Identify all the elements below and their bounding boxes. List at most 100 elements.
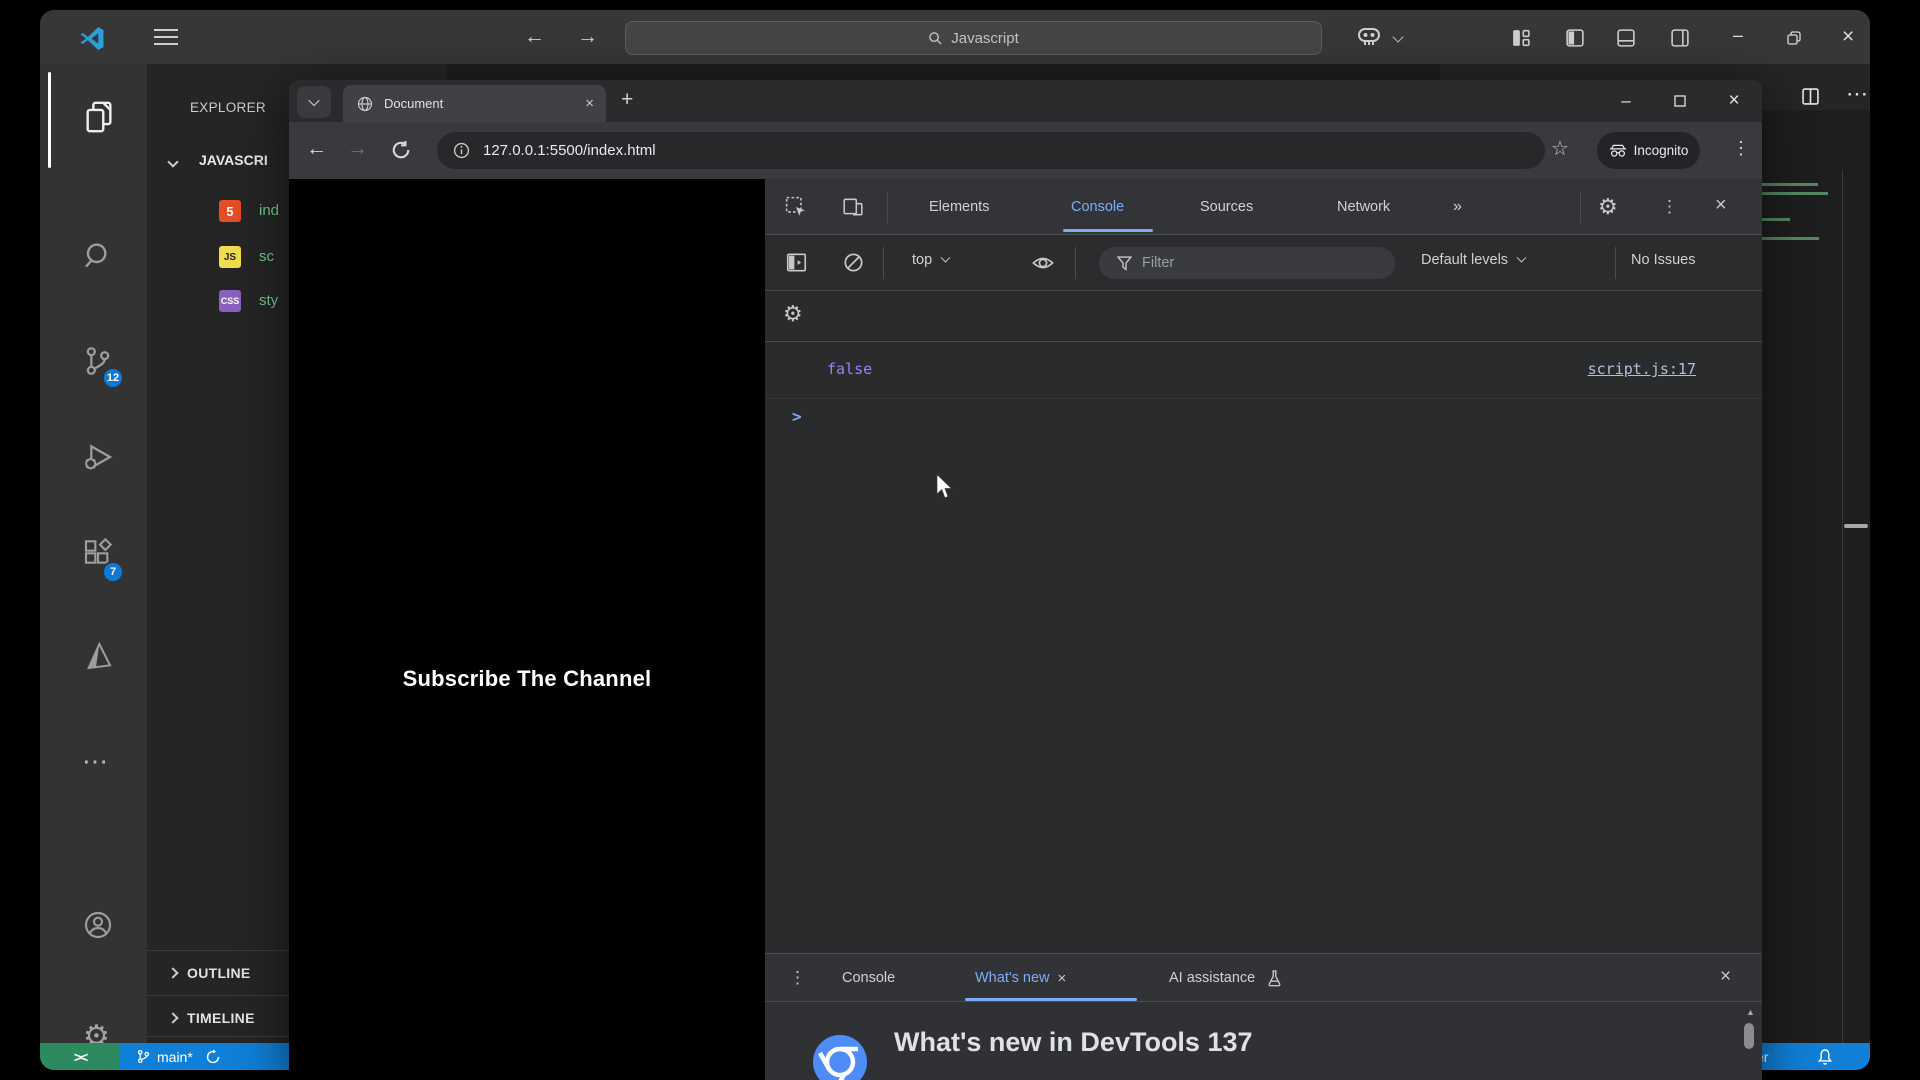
devtools-settings-gear-icon[interactable]: ⚙ — [1598, 194, 1618, 220]
sidebar-item-explorer[interactable] — [82, 100, 116, 134]
live-expression-eye-icon[interactable] — [1031, 251, 1055, 275]
toggle-sidebar-icon[interactable] — [1566, 29, 1584, 47]
inspect-element-icon[interactable] — [785, 196, 807, 218]
chrome-minimize-button[interactable]: – — [1606, 80, 1646, 122]
console-prompt-chevron[interactable]: > — [792, 407, 802, 426]
code-line — [1762, 237, 1819, 240]
console-sidebar-toggle-icon[interactable] — [786, 252, 807, 273]
console-message-row[interactable]: false script.js:17 — [765, 342, 1762, 399]
devtools-tab-sources[interactable]: Sources — [1200, 179, 1253, 235]
reload-icon[interactable] — [391, 140, 411, 160]
copilot-chevron-down-icon[interactable] — [1392, 31, 1403, 42]
chrome-maximize-button[interactable] — [1660, 80, 1700, 122]
console-settings-gear-icon[interactable]: ⚙ — [783, 301, 803, 327]
window-close-button[interactable]: × — [1842, 26, 1854, 47]
incognito-badge: Incognito — [1597, 132, 1700, 169]
log-levels-label: Default levels — [1421, 252, 1508, 268]
sidebar-item-search[interactable] — [82, 240, 114, 272]
drawer-close-icon[interactable]: × — [1720, 966, 1731, 988]
active-view-indicator — [48, 72, 51, 168]
chevron-right-icon — [167, 967, 178, 978]
scroll-up-icon[interactable]: ▲ — [1746, 1007, 1755, 1017]
bookmark-star-icon[interactable]: ☆ — [1551, 136, 1569, 161]
window-restore-button[interactable] — [1787, 31, 1801, 45]
window-minimize-button[interactable]: – — [1733, 26, 1743, 44]
html-file-icon: 5 — [219, 200, 241, 222]
device-toolbar-icon[interactable] — [842, 196, 864, 218]
filter-input[interactable] — [1142, 255, 1342, 271]
incognito-label: Incognito — [1634, 143, 1689, 158]
chevron-down-icon — [308, 95, 319, 106]
code-line — [1762, 218, 1790, 221]
customize-layout-icon[interactable] — [1512, 29, 1530, 47]
pyramid-extension-icon[interactable] — [82, 640, 114, 672]
css-file-icon: CSS — [219, 290, 241, 312]
divider — [1615, 247, 1616, 279]
console-filter[interactable] — [1099, 247, 1395, 279]
notifications-bell-icon[interactable] — [1816, 1043, 1834, 1070]
folder-name: JAVASCRI — [199, 152, 268, 168]
context-label: top — [912, 252, 932, 268]
accounts-icon[interactable] — [82, 909, 114, 941]
more-views-icon[interactable]: ⋯ — [82, 746, 108, 777]
log-levels-selector[interactable]: Default levels — [1421, 252, 1525, 268]
browser-menu-kebab-icon[interactable]: ⋮ — [1732, 138, 1750, 159]
branch-status-item[interactable]: main* — [136, 1043, 221, 1070]
issues-counter[interactable]: No Issues — [1631, 252, 1695, 268]
browser-tab[interactable]: Document × — [343, 85, 606, 122]
devtools-close-icon[interactable]: × — [1715, 194, 1727, 217]
drawer-tab-ai-assistance[interactable]: AI assistance — [1169, 954, 1282, 1002]
divider — [1075, 247, 1076, 279]
drawer-tab-whats-new[interactable]: What's new × — [975, 954, 1066, 1002]
devtools-drawer: ⋮ Console What's new × AI assistance × — [765, 953, 1762, 1080]
chrome-close-button[interactable]: × — [1714, 80, 1754, 122]
toggle-secondary-sidebar-icon[interactable] — [1671, 29, 1689, 47]
chrome-content: Subscribe The Channel Elements Console S… — [289, 179, 1762, 1080]
devtools-tab-network[interactable]: Network — [1337, 179, 1390, 235]
drawer-tab-close-icon[interactable]: × — [1058, 970, 1067, 987]
drawer-tab-console[interactable]: Console — [842, 954, 895, 1002]
scrollbar-handle[interactable] — [1844, 524, 1868, 528]
command-center-search[interactable]: Javascript — [625, 21, 1322, 55]
more-tabs-icon[interactable]: » — [1453, 179, 1463, 235]
folder-chevron-down-icon — [167, 156, 178, 167]
sidebar-item-run-debug[interactable] — [82, 441, 114, 473]
code-line — [1762, 183, 1818, 186]
vscode-titlebar: ← → Javascript – × — [40, 10, 1870, 64]
chevron-down-icon — [941, 252, 951, 262]
scrollbar-thumb[interactable] — [1744, 1023, 1754, 1049]
globe-favicon — [357, 96, 373, 112]
divider — [887, 191, 888, 223]
remote-indicator[interactable]: >< — [40, 1043, 120, 1070]
browser-forward-button[interactable]: → — [347, 137, 368, 161]
tab-search-button[interactable] — [297, 86, 331, 118]
new-tab-button[interactable]: + — [621, 88, 633, 112]
chrome-toolbar: ← → 127.0.0.1:5500/index.html ☆ Incognit… — [289, 122, 1762, 179]
search-label: Javascript — [951, 30, 1019, 47]
address-bar[interactable]: 127.0.0.1:5500/index.html — [437, 132, 1545, 169]
devtools-tab-bar: Elements Console Sources Network » ⚙ ⋮ × — [765, 179, 1762, 235]
devtools-tab-console[interactable]: Console — [1071, 179, 1124, 235]
menu-hamburger-icon[interactable] — [154, 29, 178, 31]
url-text: 127.0.0.1:5500/index.html — [483, 142, 656, 159]
browser-back-button[interactable]: ← — [306, 137, 327, 161]
drawer-menu-kebab-icon[interactable]: ⋮ — [789, 968, 806, 988]
split-editor-icon[interactable] — [1802, 88, 1819, 105]
editor-more-actions-icon[interactable]: ⋯ — [1846, 81, 1868, 107]
nav-forward-button[interactable]: → — [577, 25, 598, 49]
whats-new-content: What's new in DevTools 137 ▲ — [765, 1003, 1762, 1080]
page-viewport: Subscribe The Channel — [289, 179, 765, 1080]
copilot-icon[interactable] — [1356, 25, 1382, 49]
nav-back-button[interactable]: ← — [524, 25, 545, 49]
context-selector[interactable]: top — [912, 252, 949, 268]
devtools-menu-kebab-icon[interactable]: ⋮ — [1661, 197, 1678, 217]
clear-console-icon[interactable] — [843, 252, 864, 273]
toggle-panel-icon[interactable] — [1617, 29, 1635, 47]
vscode-activity-bar: 12 7 ⋯ ⚙ 1 — [40, 64, 147, 1043]
devtools-tab-elements[interactable]: Elements — [929, 179, 989, 235]
source-control-badge: 12 — [102, 367, 124, 389]
site-info-icon[interactable] — [453, 142, 470, 159]
tab-close-icon[interactable]: × — [585, 95, 594, 112]
console-source-link[interactable]: script.js:17 — [1588, 360, 1696, 378]
console-value: false — [827, 360, 872, 378]
